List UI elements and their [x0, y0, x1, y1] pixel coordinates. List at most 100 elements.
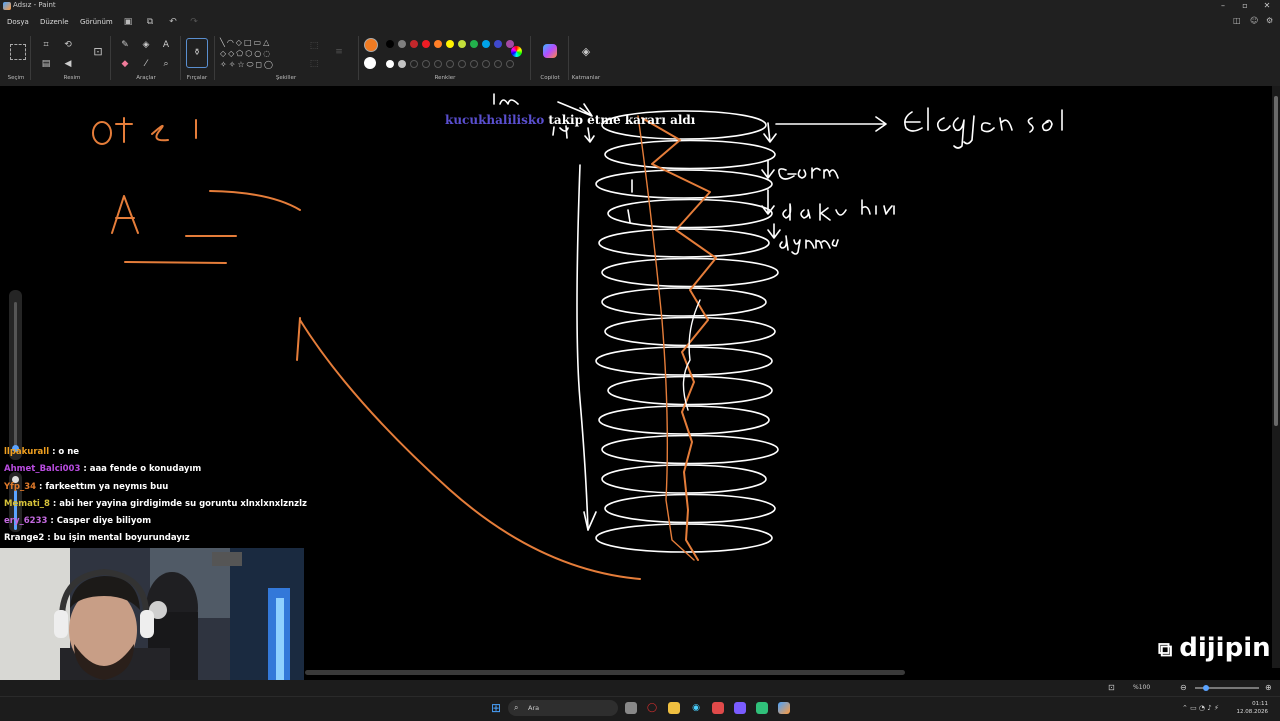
color-swatch[interactable] [386, 40, 394, 48]
copilot-icon[interactable] [543, 44, 557, 58]
group-image-label: Resim [63, 75, 81, 81]
search-icon: ⌕ [514, 703, 519, 712]
open-icon[interactable]: ⧉ [144, 16, 156, 28]
color-swatch[interactable] [446, 40, 454, 48]
edge-icon[interactable]: ◉ [690, 702, 702, 714]
follow-alert: kucukhalilisko takip etme kararı aldı [445, 113, 695, 127]
color-swatch[interactable] [482, 40, 490, 48]
chat-username: Memati_8 [4, 498, 50, 509]
account-icon[interactable]: ☺ [1250, 16, 1258, 25]
app-icon-red[interactable] [712, 702, 724, 714]
app-icon-green[interactable] [756, 702, 768, 714]
color-swatch[interactable] [398, 60, 406, 68]
windows-start-icon[interactable]: ⊞ [490, 702, 502, 714]
status-bar: ⊡ %100 ⊖ ⊕ [0, 680, 1280, 696]
group-tools-label: Araçlar [136, 75, 156, 81]
color-swatch[interactable] [422, 40, 430, 48]
secondary-color[interactable] [364, 57, 376, 69]
brush-size-slider[interactable] [9, 290, 22, 460]
color-swatch[interactable] [494, 40, 502, 48]
taskbar: ⊞ ⌕ Ara ◯ ◉ ⌃ ▭ ◔ ♪ ⚡ 01:11 12.08.2026 [0, 696, 1280, 721]
color-swatch[interactable] [458, 40, 466, 48]
menu-edit[interactable]: Düzenle [40, 18, 69, 26]
color-swatch[interactable] [506, 60, 514, 68]
chat-message: Ahmet_Balci003 : aaa fende o konudayım [4, 464, 304, 481]
color-swatch[interactable] [446, 60, 454, 68]
taskbar-clock[interactable]: 01:11 12.08.2026 [1237, 700, 1269, 716]
coil-loop [595, 523, 773, 553]
coil-loop [598, 228, 770, 258]
chat-text: : o ne [49, 447, 80, 457]
color-swatch[interactable] [470, 40, 478, 48]
chat-overlay: llpakurall : o ne Ahmet_Balci003 : aaa fe… [4, 447, 307, 551]
title-bar: Adsız - Paint – ▫ ✕ [0, 0, 1280, 12]
file-explorer-icon[interactable] [668, 702, 680, 714]
zoom-in-icon[interactable]: ⊕ [1265, 683, 1272, 692]
group-colors-label: Renkler [434, 75, 456, 81]
settings-icon[interactable]: ⚙ [1266, 16, 1273, 25]
shape-fill-icon[interactable]: ⬚ [308, 58, 320, 70]
maximize-icon[interactable]: ▫ [1236, 0, 1254, 12]
color-swatch[interactable] [410, 60, 418, 68]
horizontal-scrollbar[interactable] [305, 670, 905, 675]
color-swatch[interactable] [494, 60, 502, 68]
discord-icon[interactable] [734, 702, 746, 714]
coil-loop [601, 287, 767, 317]
rotate-icon[interactable]: ⟲ [62, 39, 74, 51]
tray-icons[interactable]: ⌃ ▭ ◔ ♪ ⚡ [1182, 704, 1219, 712]
brush-icon[interactable]: ⚱ [186, 38, 208, 68]
search-placeholder: Ara [528, 704, 540, 712]
zoom-out-icon[interactable]: ⊖ [1180, 683, 1187, 692]
select-icon[interactable] [10, 44, 26, 60]
layers-icon[interactable]: ◈ [580, 46, 592, 58]
color-swatch[interactable] [410, 40, 418, 48]
image-icon[interactable]: ▤ [40, 58, 52, 70]
magnifier-icon[interactable]: ⌕ [160, 58, 172, 70]
chat-text: : farkeettım ya neymıs buu [36, 481, 169, 492]
color-swatch[interactable] [458, 60, 466, 68]
color-swatch[interactable] [398, 40, 406, 48]
menu-bar: Dosya Düzenle Görünüm ▣ ⧉ ↶ ↷ ◫ ☺ ⚙ [0, 12, 1280, 32]
color-picker-icon[interactable]: ⁄ [140, 58, 152, 70]
color-swatch[interactable] [470, 60, 478, 68]
color-swatch[interactable] [422, 60, 430, 68]
zoom-level[interactable]: %100 [1133, 684, 1150, 691]
shapes-icon[interactable]: ╲◠◇□▭△ ◇◇⬠⬡○◌ ✧✧☆⬭◻◯ [220, 37, 300, 73]
fill-icon[interactable]: ◈ [140, 39, 152, 51]
pencil-icon[interactable]: ✎ [119, 39, 131, 51]
opera-icon[interactable]: ◯ [646, 702, 658, 714]
crop-icon[interactable]: ⌗ [40, 39, 52, 51]
menu-file[interactable]: Dosya [7, 18, 29, 26]
vertical-scrollbar[interactable] [1272, 86, 1280, 668]
task-view-icon[interactable] [625, 702, 637, 714]
eraser-icon[interactable]: ◆ [119, 58, 131, 70]
minimize-icon[interactable]: – [1214, 0, 1232, 12]
flip-icon[interactable]: ◀ [62, 58, 74, 70]
resize-icon[interactable]: ⊡ [92, 46, 104, 58]
taskbar-search[interactable]: ⌕ Ara [508, 700, 618, 716]
chat-message: ery_6233 : Casper diye biliyom [4, 516, 304, 533]
text-icon[interactable]: A [160, 39, 172, 51]
group-shapes-label: Şekiller [275, 75, 297, 81]
close-icon[interactable]: ✕ [1258, 0, 1276, 12]
follow-message: takip etme kararı aldı [544, 113, 696, 127]
primary-color[interactable] [364, 38, 378, 52]
paint-app-icon [3, 2, 11, 10]
coil-loop [604, 493, 776, 524]
shape-size-icon[interactable]: ≡ [333, 46, 345, 58]
color-wheel-icon[interactable] [511, 46, 522, 57]
save-icon[interactable]: ▣ [122, 16, 134, 28]
color-swatch[interactable] [434, 60, 442, 68]
menu-view[interactable]: Görünüm [80, 18, 113, 26]
outline-icon[interactable]: ⬚ [308, 40, 320, 52]
share-icon[interactable]: ◫ [1233, 16, 1241, 25]
color-swatch[interactable] [386, 60, 394, 68]
color-swatch[interactable] [434, 40, 442, 48]
redo-icon[interactable]: ↷ [188, 16, 200, 28]
coil-loop [604, 139, 776, 170]
undo-icon[interactable]: ↶ [167, 16, 179, 28]
zoom-slider[interactable] [1195, 685, 1259, 691]
color-swatch[interactable] [482, 60, 490, 68]
paint-taskbar-icon[interactable] [778, 702, 790, 714]
fit-screen-icon[interactable]: ⊡ [1108, 683, 1115, 692]
